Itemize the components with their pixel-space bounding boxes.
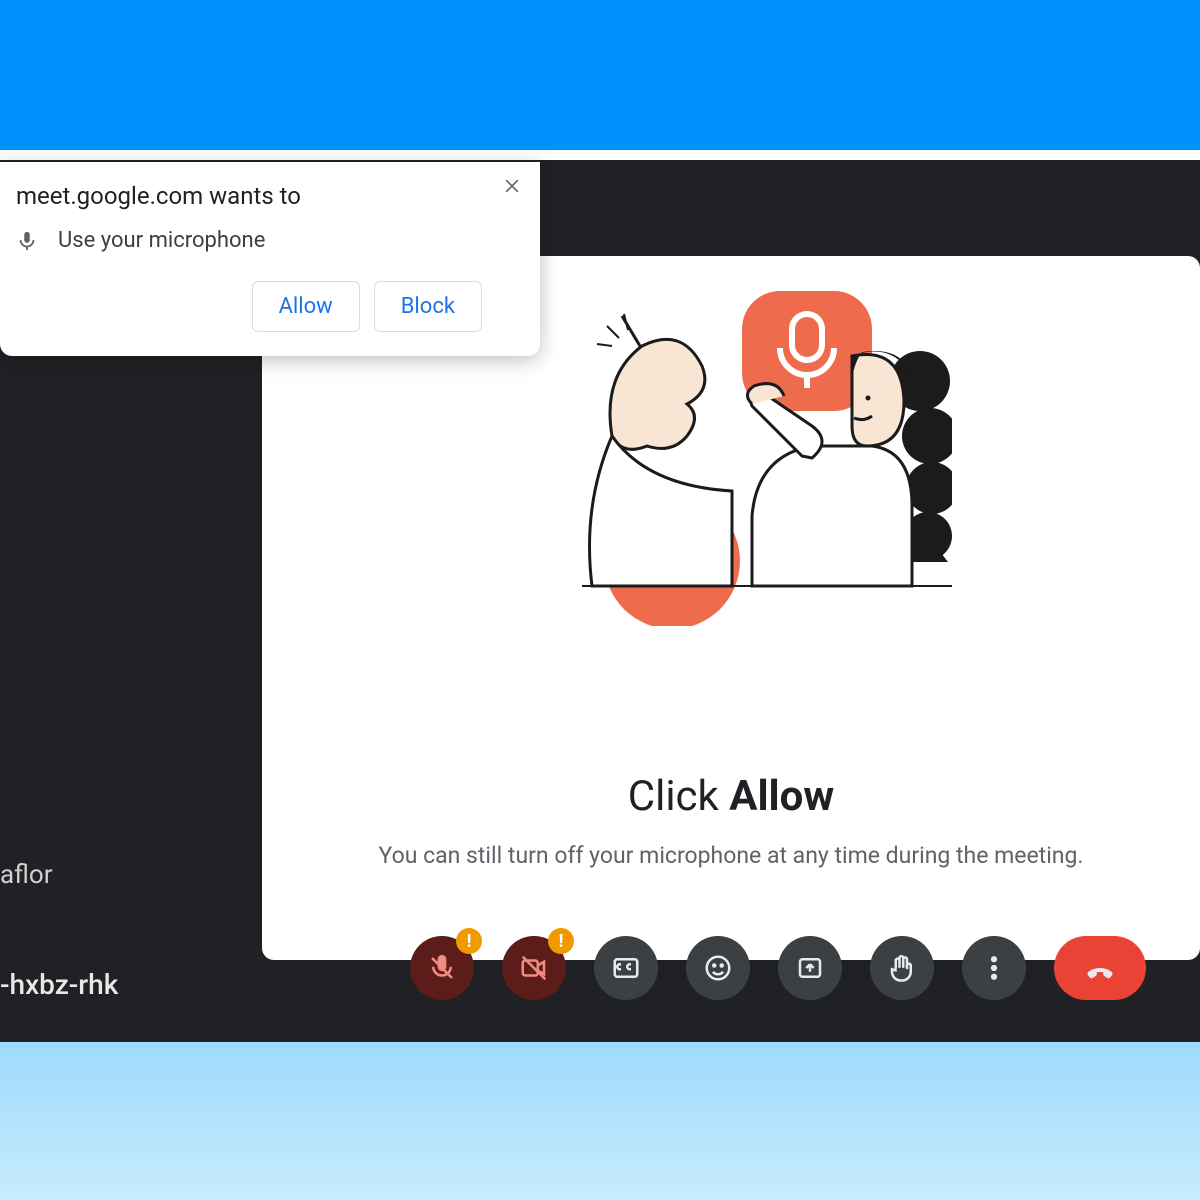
permission-buttons: Allow Block xyxy=(16,281,518,332)
present-icon xyxy=(795,953,825,983)
desktop-background-top xyxy=(0,0,1200,155)
permission-request-row: Use your microphone xyxy=(16,228,518,253)
captions-icon xyxy=(611,953,641,983)
camera-toggle-button[interactable]: ! xyxy=(502,936,566,1000)
hand-icon xyxy=(887,953,917,983)
meeting-code: -hxbz-rhk xyxy=(0,968,118,1001)
meet-toolbar: ! ! xyxy=(410,936,1146,1000)
mic-off-icon xyxy=(427,953,457,983)
end-call-button[interactable] xyxy=(1054,936,1146,1000)
mic-toggle-button[interactable]: ! xyxy=(410,936,474,1000)
panel-description: You can still turn off your microphone a… xyxy=(262,842,1200,869)
microphone-icon xyxy=(16,230,38,252)
panel-title-pre: Click xyxy=(628,772,729,821)
warning-badge: ! xyxy=(548,928,574,954)
emoji-icon xyxy=(703,953,733,983)
close-icon xyxy=(502,176,522,196)
permission-request-text: Use your microphone xyxy=(58,228,265,253)
present-button[interactable] xyxy=(778,936,842,1000)
permission-prompt: meet.google.com wants to Use your microp… xyxy=(0,162,540,356)
hangup-icon xyxy=(1085,953,1115,983)
warning-badge: ! xyxy=(456,928,482,954)
desktop-background-bottom xyxy=(0,1040,1200,1200)
block-button[interactable]: Block xyxy=(374,281,482,332)
more-options-button[interactable] xyxy=(962,936,1026,1000)
raise-hand-button[interactable] xyxy=(870,936,934,1000)
more-vertical-icon xyxy=(979,953,1009,983)
close-button[interactable] xyxy=(498,172,526,200)
participant-name: aflor xyxy=(0,860,53,890)
reactions-button[interactable] xyxy=(686,936,750,1000)
camera-off-icon xyxy=(519,953,549,983)
allow-microphone-panel: Click Allow You can still turn off your … xyxy=(262,256,1200,960)
browser-chrome-strip xyxy=(0,150,1200,160)
panel-title-bold: Allow xyxy=(729,772,834,821)
allow-button[interactable]: Allow xyxy=(252,281,360,332)
captions-button[interactable] xyxy=(594,936,658,1000)
permission-title: meet.google.com wants to xyxy=(16,182,518,210)
allow-illustration xyxy=(552,286,952,626)
panel-title: Click Allow xyxy=(262,772,1200,821)
